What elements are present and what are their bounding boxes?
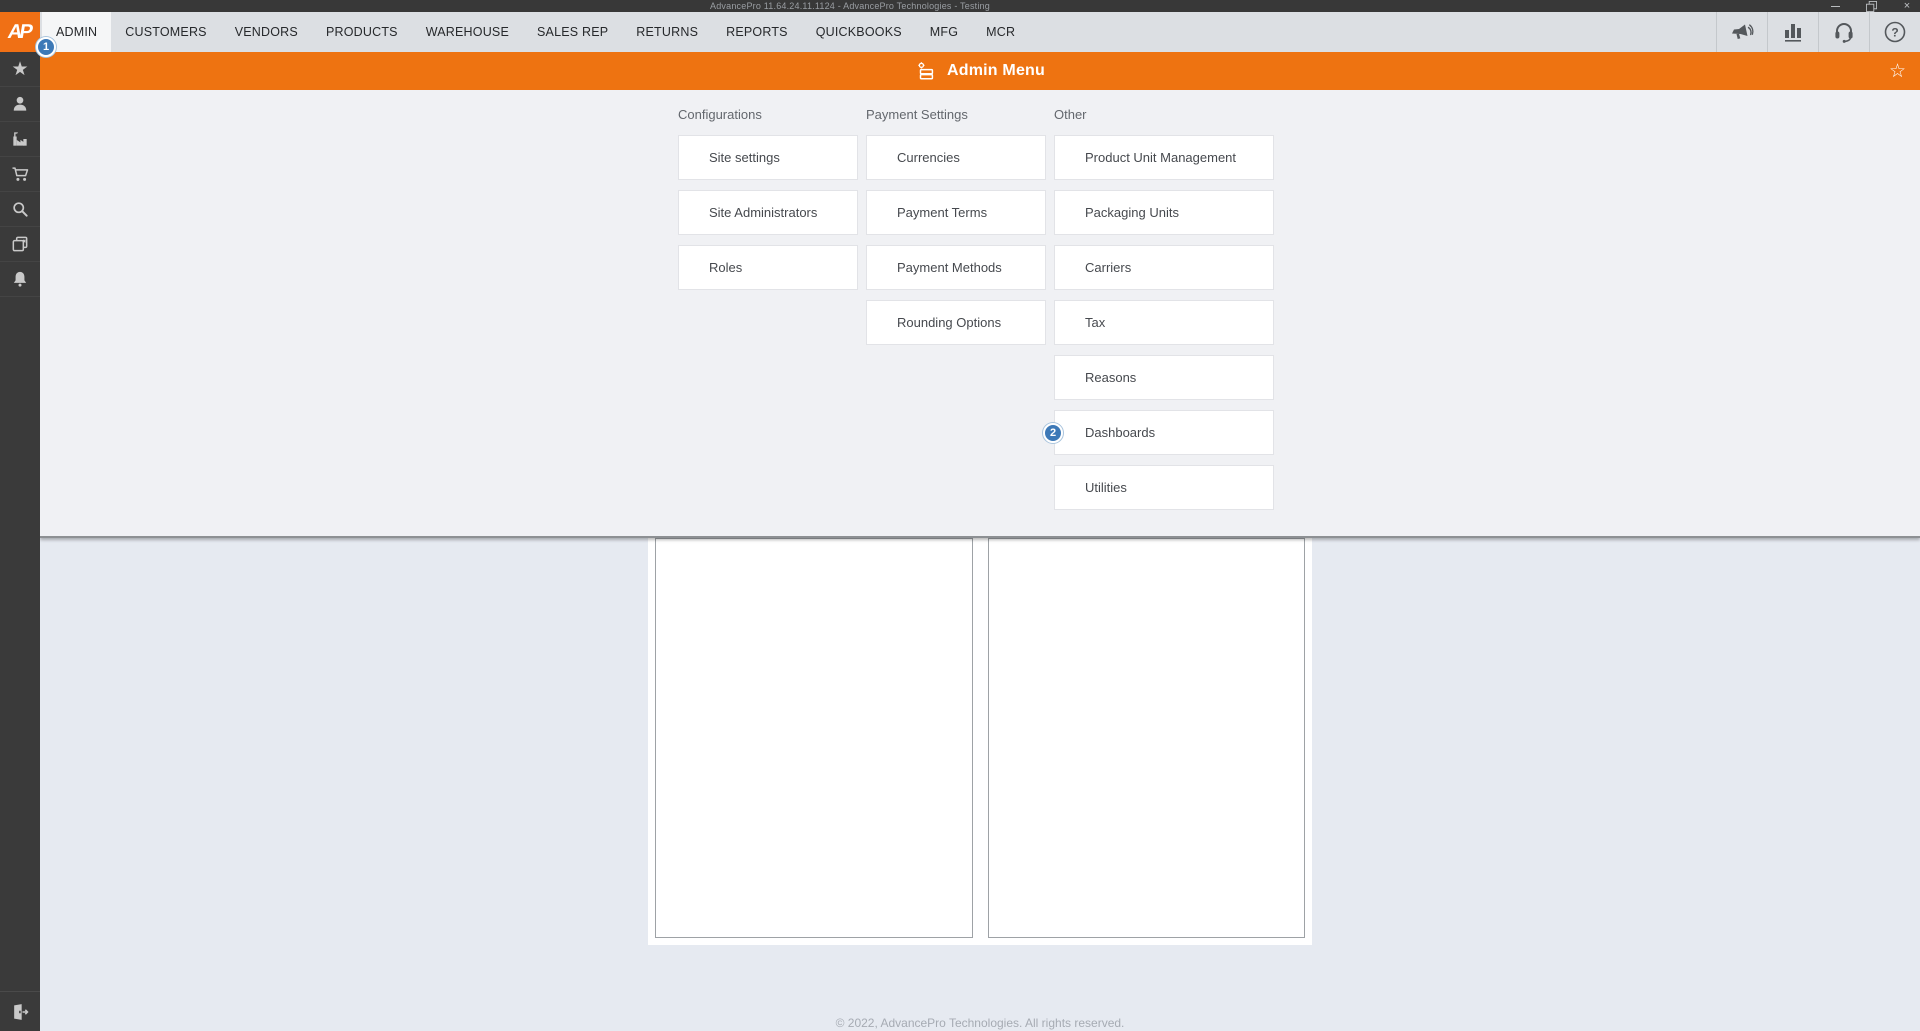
titlebar: AdvancePro 11.64.24.11.1124 - AdvancePro… [0,0,1920,12]
star-outline-icon: ☆ [1889,60,1906,83]
page-header: Admin Menu ☆ [40,52,1920,90]
sidebar: AP ★ [0,12,40,1031]
admin-menu-item-payment-methods[interactable]: Payment Methods [866,245,1046,290]
admin-menu-item-site-settings[interactable]: Site settings [678,135,858,180]
sidebar-item-customers[interactable] [0,87,40,122]
admin-menu-column-payment-settings: Payment Settings Currencies Payment Term… [866,107,1046,355]
admin-menu-item-currencies[interactable]: Currencies [866,135,1046,180]
column-heading: Other [1054,107,1274,121]
menu-item-mfg[interactable]: MFG [916,12,972,52]
announcements-button[interactable] [1716,12,1767,52]
main-menu: ADMIN CUSTOMERS VENDORS PRODUCTS WAREHOU… [42,12,1029,52]
admin-menu-item-utilities[interactable]: Utilities [1054,465,1274,510]
star-icon: ★ [11,60,28,79]
favorite-page-button[interactable]: ☆ [1889,52,1906,90]
close-icon: × [1904,0,1910,12]
menubar-icon-group: ? [1716,12,1920,52]
step-badge-1: 1 [36,37,56,57]
minimize-icon [1831,6,1840,7]
sidebar-item-orders[interactable] [0,157,40,192]
cart-icon [10,164,30,184]
logout-icon [10,1002,30,1022]
admin-menu-column-other: Other Product Unit Management Packaging … [1054,107,1274,520]
bar-chart-icon [1781,20,1805,44]
menu-item-customers[interactable]: CUSTOMERS [111,12,220,52]
close-button[interactable]: × [1900,0,1914,12]
admin-menu-item-dashboards[interactable]: 2 Dashboards [1054,410,1274,455]
app-window: AdvancePro 11.64.24.11.1124 - AdvancePro… [0,0,1920,1031]
admin-menu-item-packaging-units[interactable]: Packaging Units [1054,190,1274,235]
advancepro-logo[interactable]: AP [0,12,40,52]
support-button[interactable] [1818,12,1869,52]
person-icon [10,94,30,114]
admin-menu-item-product-unit-management[interactable]: Product Unit Management [1054,135,1274,180]
menu-item-returns[interactable]: RETURNS [622,12,712,52]
admin-menu-item-carriers[interactable]: Carriers [1054,245,1274,290]
menu-item-reports[interactable]: REPORTS [712,12,802,52]
dashboard-panel-right [988,538,1305,938]
admin-menu-item-reasons[interactable]: Reasons [1054,355,1274,400]
headset-icon [1832,20,1856,44]
sidebar-item-favorites[interactable]: ★ [0,52,40,87]
sidebar-item-batch[interactable] [0,227,40,262]
factory-icon [10,129,30,149]
menu-item-products[interactable]: PRODUCTS [312,12,412,52]
column-heading: Payment Settings [866,107,1046,121]
pages-icon [10,234,30,254]
sidebar-spacer [0,297,40,991]
sidebar-item-notifications[interactable] [0,262,40,297]
admin-menu-item-payment-terms[interactable]: Payment Terms [866,190,1046,235]
search-icon [10,199,30,219]
bell-icon [10,269,30,289]
page-title: Admin Menu [947,62,1045,80]
column-heading: Configurations [678,107,858,121]
window-controls: × [1828,0,1914,12]
dashboard-panel-left [655,538,973,938]
admin-menu-item-roles[interactable]: Roles [678,245,858,290]
restore-icon [1866,1,1877,12]
menu-item-sales-rep[interactable]: SALES REP [523,12,622,52]
admin-menu-column-configurations: Configurations Site settings Site Admini… [678,107,858,300]
menubar: ADMIN CUSTOMERS VENDORS PRODUCTS WAREHOU… [0,12,1920,52]
menu-item-warehouse[interactable]: WAREHOUSE [412,12,523,52]
sidebar-item-search[interactable] [0,192,40,227]
menu-item-mcr[interactable]: MCR [972,12,1029,52]
admin-menu-item-tax[interactable]: Tax [1054,300,1274,345]
reports-chart-button[interactable] [1767,12,1818,52]
sidebar-item-vendors[interactable] [0,122,40,157]
svg-text:?: ? [1891,26,1898,40]
menu-item-vendors[interactable]: VENDORS [221,12,312,52]
admin-menu-icon [915,60,937,82]
help-icon: ? [1883,20,1907,44]
restore-button[interactable] [1864,0,1878,12]
footer-copyright: © 2022, AdvancePro Technologies. All rig… [40,1016,1920,1031]
step-badge-2: 2 [1043,423,1063,443]
megaphone-icon [1729,20,1755,44]
menu-item-label: Dashboards [1085,425,1155,440]
menu-item-quickbooks[interactable]: QUICKBOOKS [802,12,916,52]
minimize-button[interactable] [1828,0,1842,12]
admin-menu-panel: Configurations Site settings Site Admini… [40,90,1920,538]
admin-menu-item-site-administrators[interactable]: Site Administrators [678,190,858,235]
dashboard-container [648,530,1312,945]
help-button[interactable]: ? [1869,12,1920,52]
logo-text: AP [6,21,35,44]
sidebar-item-logout[interactable] [0,991,40,1031]
admin-menu-item-rounding-options[interactable]: Rounding Options [866,300,1046,345]
window-title: AdvancePro 11.64.24.11.1124 - AdvancePro… [0,0,1700,12]
